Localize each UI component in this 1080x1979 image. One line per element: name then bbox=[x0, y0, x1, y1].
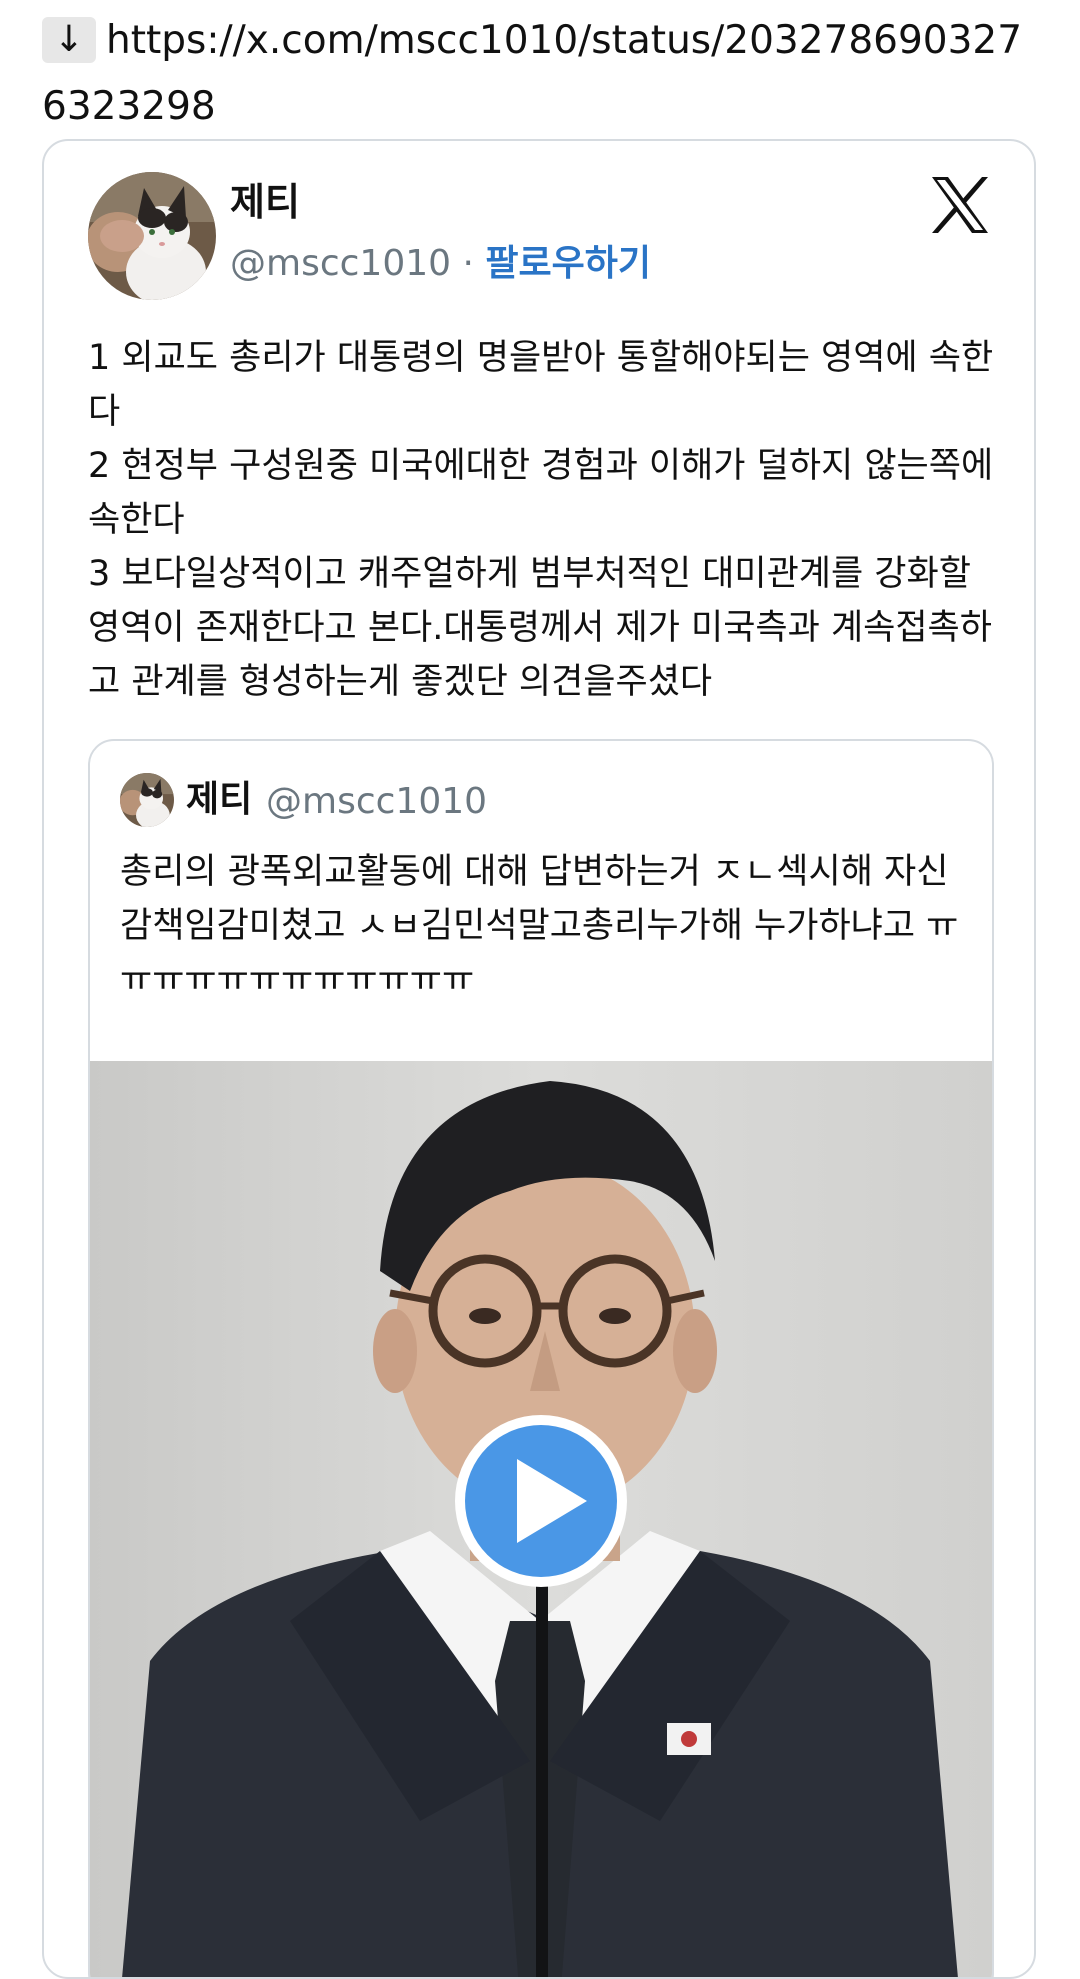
tweet-line: 3 보다일상적이고 캐주얼하게 범부처적인 대미관계를 강화할영역이 존재한다고… bbox=[88, 554, 992, 702]
quote-author-name[interactable]: 제티 bbox=[186, 777, 252, 823]
video-thumbnail[interactable] bbox=[90, 1061, 992, 1977]
follow-button[interactable]: 팔로우하기 bbox=[485, 243, 651, 284]
author-name[interactable]: 제티 bbox=[230, 179, 300, 225]
tweet-line: 2 현정부 구성원중 미국에대한 경험과 이해가 덜하지 않는쪽에속한다 bbox=[88, 446, 994, 540]
tweet-body: 1 외교도 총리가 대통령의 명을받아 통할해야되는 영역에 속한다 2 현정부… bbox=[88, 331, 998, 709]
x-logo-icon[interactable] bbox=[930, 175, 990, 235]
avatar[interactable] bbox=[88, 172, 216, 300]
quoted-tweet[interactable]: 제티 @mscc1010 총리의 광폭외교활동에 대해 답변하는거 ㅈㄴ섹시해 … bbox=[88, 739, 994, 1977]
source-link[interactable]: ↓ https://x.com/mscc1010/status/203278690… bbox=[42, 8, 1042, 140]
source-url[interactable]: https://x.com/mscc1010/status/2032786903… bbox=[42, 18, 1022, 129]
author-handle[interactable]: @mscc1010 bbox=[230, 243, 451, 284]
tweet-card[interactable]: 제티 @mscc1010 · 팔로우하기 1 외교도 총리가 대통령의 명을받아… bbox=[42, 139, 1036, 1979]
meta-separator: · bbox=[462, 243, 474, 284]
quote-author-handle[interactable]: @mscc1010 bbox=[266, 779, 487, 825]
play-button[interactable] bbox=[451, 1411, 631, 1591]
down-arrow-icon: ↓ bbox=[42, 17, 96, 63]
cat-avatar-image bbox=[88, 172, 216, 300]
author-meta: @mscc1010 · 팔로우하기 bbox=[230, 241, 651, 287]
quote-body: 총리의 광폭외교활동에 대해 답변하는거 ㅈㄴ섹시해 자신감책임감미쳤고 ㅅㅂ김… bbox=[120, 852, 959, 1000]
play-icon bbox=[455, 1415, 627, 1587]
tweet-line: 1 외교도 총리가 대통령의 명을받아 통할해야되는 영역에 속한다 bbox=[88, 338, 994, 432]
quote-avatar[interactable] bbox=[120, 773, 174, 827]
cat-avatar-image bbox=[120, 773, 174, 827]
